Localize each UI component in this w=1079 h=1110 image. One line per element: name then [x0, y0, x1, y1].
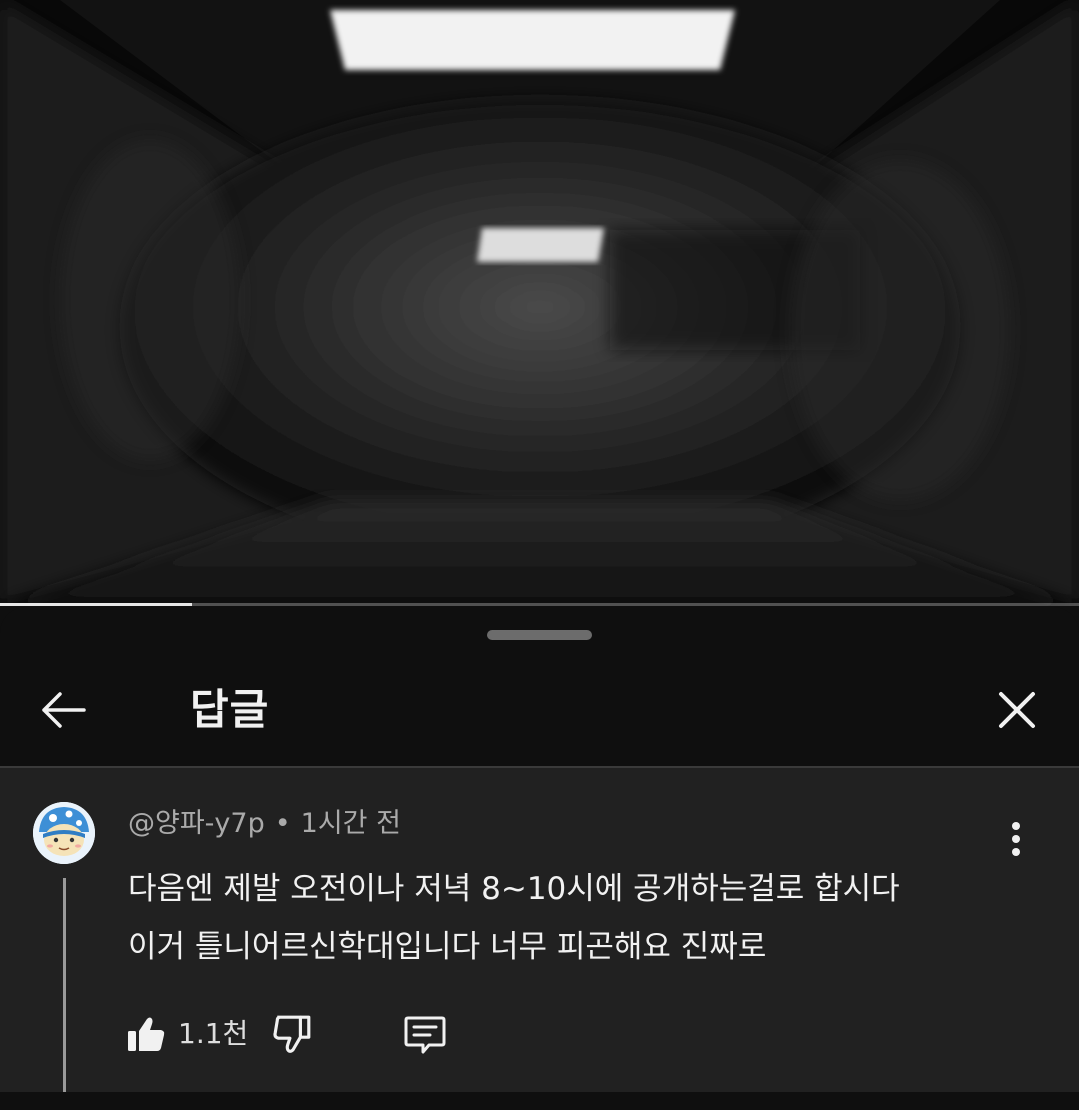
back-button[interactable]	[30, 677, 96, 743]
comment-text: 다음엔 제발 오전이나 저녁 8~10시에 공개하는걸로 합시다 이거 틀니어르…	[128, 860, 1018, 976]
panel-header: 답글	[0, 647, 1079, 767]
like-count: 1.1천	[178, 1017, 249, 1050]
avatar[interactable]	[33, 802, 95, 864]
arrow-left-icon	[42, 692, 86, 728]
more-vertical-icon	[1012, 822, 1020, 856]
thumbs-down-icon	[273, 1015, 311, 1053]
video-frame	[0, 0, 1079, 606]
replies-panel: 답글 @양파-y7p • 1시간 전 다음엔 제발 오전이나 저녁 8~10시에…	[0, 607, 1079, 1110]
comment-text-line: 이거 틀니어르신학대입니다 너무 피곤해요 진짜로	[128, 929, 767, 965]
meta-separator: •	[274, 808, 291, 839]
more-options-button[interactable]	[996, 814, 1036, 864]
comment-actions: 1.1천	[120, 1004, 520, 1064]
video-progress-bar[interactable]	[0, 603, 1079, 606]
comment-time: 1시간 전	[300, 808, 401, 839]
comment-text-line: 다음엔 제발 오전이나 저녁 8~10시에 공개하는걸로 합시다	[128, 871, 900, 907]
bottom-band	[0, 1092, 1079, 1110]
avatar-image	[33, 802, 95, 864]
close-icon	[999, 692, 1035, 728]
comment-author[interactable]: @양파-y7p	[128, 808, 265, 839]
thread-line	[63, 878, 66, 1110]
reply-button[interactable]	[400, 1010, 450, 1060]
close-button[interactable]	[984, 677, 1050, 743]
comment-meta: @양파-y7p • 1시간 전	[128, 806, 401, 842]
comment-item: @양파-y7p • 1시간 전 다음엔 제발 오전이나 저녁 8~10시에 공개하는…	[0, 768, 1079, 1110]
comment-icon	[404, 1016, 446, 1054]
thumbs-up-icon	[128, 1017, 165, 1051]
like-button[interactable]	[124, 1010, 168, 1058]
drag-handle[interactable]	[487, 630, 592, 640]
page-title: 답글	[190, 685, 270, 734]
video-progress-fill	[0, 603, 193, 606]
video-player[interactable]	[0, 0, 1079, 606]
dislike-button[interactable]	[268, 1010, 316, 1058]
